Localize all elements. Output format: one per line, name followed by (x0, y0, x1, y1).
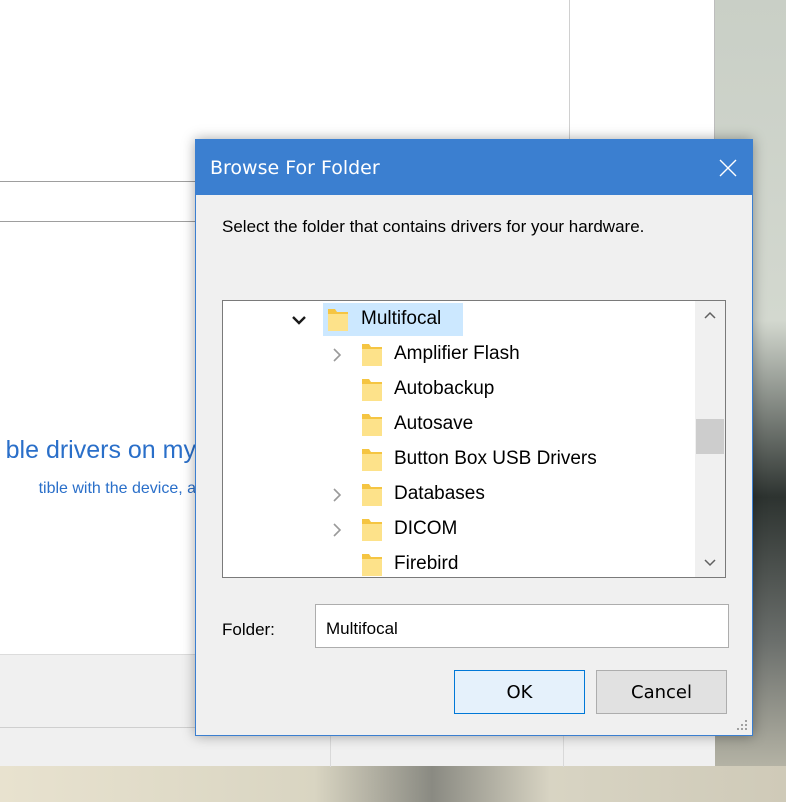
desktop-wallpaper-bottom (0, 766, 786, 802)
browse-for-folder-dialog: Browse For Folder Select the folder that… (195, 139, 753, 736)
chevron-down-icon (704, 559, 716, 567)
tree-item-firebird[interactable]: Firebird (223, 547, 697, 577)
close-button[interactable] (704, 140, 752, 195)
tree-item-label: Multifocal (361, 308, 442, 329)
folder-icon (362, 414, 382, 436)
folder-icon (362, 449, 382, 471)
scroll-up-button[interactable] (695, 301, 725, 329)
folder-field-label: Folder: (222, 620, 275, 639)
separator-line (0, 181, 196, 182)
tree-item-dicom[interactable]: DICOM (223, 512, 697, 547)
tree-item-amplifier-flash[interactable]: Amplifier Flash (223, 337, 697, 372)
chevron-right-icon[interactable] (329, 347, 345, 363)
dialog-instructions: Select the folder that contains drivers … (222, 217, 645, 236)
tree-item-autosave[interactable]: Autosave (223, 407, 697, 442)
folder-path-input[interactable] (315, 604, 729, 648)
folder-tree[interactable]: Multifocal Amplifier Flash Autobackup Au… (222, 300, 726, 578)
tree-item-label: Firebird (394, 553, 459, 574)
tree-scrollbar[interactable] (695, 301, 725, 577)
chevron-down-icon[interactable] (291, 312, 307, 328)
chevron-right-icon[interactable] (329, 487, 345, 503)
folder-icon (362, 554, 382, 576)
separator-line (0, 221, 196, 222)
tree-item-label: Databases (394, 483, 485, 504)
close-icon (719, 159, 737, 176)
ok-button[interactable]: OK (454, 670, 585, 714)
cancel-button[interactable]: Cancel (596, 670, 727, 714)
tree-item-multifocal[interactable]: Multifocal (223, 302, 697, 337)
folder-icon (362, 519, 382, 541)
browse-drivers-description: tible with the device, a (38, 480, 196, 497)
scroll-down-button[interactable] (695, 549, 725, 577)
folder-icon (328, 309, 348, 331)
tree-item-button-box-usb-drivers[interactable]: Button Box USB Drivers (223, 442, 697, 477)
folder-icon (362, 484, 382, 506)
window-divider (569, 0, 570, 140)
tree-item-label: Autosave (394, 413, 474, 434)
folder-icon (362, 379, 382, 401)
resize-grip-icon[interactable] (736, 719, 748, 731)
scroll-thumb[interactable] (696, 419, 724, 454)
tree-item-label: DICOM (394, 518, 458, 539)
tree-item-label: Amplifier Flash (394, 343, 520, 364)
tree-item-databases[interactable]: Databases (223, 477, 697, 512)
chevron-right-icon[interactable] (329, 522, 345, 538)
browse-drivers-link[interactable]: ble drivers on my (0, 436, 196, 472)
dialog-title-bar[interactable]: Browse For Folder (196, 140, 752, 195)
dialog-title: Browse For Folder (210, 157, 380, 179)
tree-item-autobackup[interactable]: Autobackup (223, 372, 697, 407)
tree-item-label: Button Box USB Drivers (394, 448, 597, 469)
chevron-up-icon (704, 311, 716, 319)
folder-icon (362, 344, 382, 366)
tree-item-label: Autobackup (394, 378, 495, 399)
